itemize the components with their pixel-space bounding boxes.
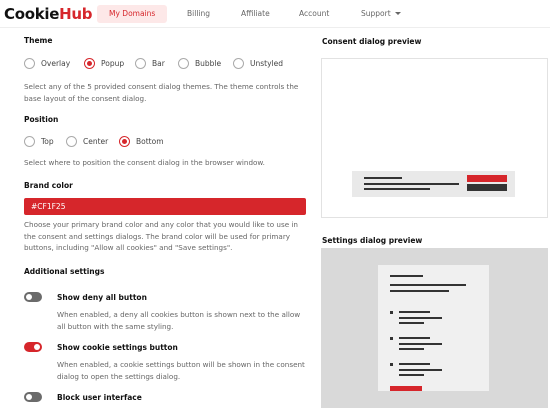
mock-save-button bbox=[390, 386, 422, 391]
text-line bbox=[399, 317, 442, 319]
settings-preview-title: Settings dialog preview bbox=[322, 236, 423, 245]
nav-support[interactable]: Support bbox=[361, 5, 401, 23]
logo-text: Cookie bbox=[4, 5, 60, 23]
mock-settings-button bbox=[467, 184, 507, 191]
theme-heading: Theme bbox=[24, 36, 53, 45]
text-line bbox=[399, 369, 442, 371]
consent-banner-mock bbox=[352, 171, 515, 197]
mock-allow-button bbox=[467, 175, 507, 182]
text-line bbox=[399, 374, 424, 376]
radio-icon bbox=[135, 58, 146, 69]
position-heading: Position bbox=[24, 115, 59, 124]
text-line bbox=[399, 322, 424, 324]
toggle-knob bbox=[34, 344, 40, 350]
nav-support-label: Support bbox=[361, 9, 391, 18]
theme-option-unstyled[interactable]: Unstyled bbox=[233, 58, 283, 69]
additional-settings-heading: Additional settings bbox=[24, 267, 105, 276]
radio-label: Bubble bbox=[195, 59, 222, 68]
theme-option-overlay[interactable]: Overlay bbox=[24, 58, 70, 69]
position-option-bottom[interactable]: Bottom bbox=[119, 136, 164, 147]
brand-color-input[interactable]: #CF1F25 bbox=[24, 198, 306, 215]
radio-label: Bottom bbox=[136, 137, 164, 146]
nav-my-domains[interactable]: My Domains bbox=[97, 5, 168, 23]
text-line bbox=[399, 343, 442, 345]
top-navigation: CookieHub My Domains Billing Affiliate A… bbox=[0, 0, 550, 28]
radio-selected-icon bbox=[84, 58, 95, 69]
bullet-icon bbox=[390, 311, 393, 314]
text-line bbox=[364, 188, 430, 190]
nav-billing[interactable]: Billing bbox=[187, 5, 210, 23]
nav-affiliate[interactable]: Affiliate bbox=[241, 5, 270, 23]
radio-label: Top bbox=[41, 137, 54, 146]
text-line bbox=[399, 311, 430, 313]
radio-icon bbox=[233, 58, 244, 69]
chevron-down-icon bbox=[394, 12, 401, 15]
cookie-settings-label: Show cookie settings button bbox=[57, 343, 178, 352]
brand-color-heading: Brand color bbox=[24, 181, 73, 190]
radio-label: Unstyled bbox=[250, 59, 283, 68]
cookie-settings-description: When enabled, a cookie settings button w… bbox=[57, 360, 305, 381]
cookiehub-logo[interactable]: CookieHub bbox=[4, 5, 92, 23]
settings-dialog-mock bbox=[378, 265, 489, 391]
theme-option-bubble[interactable]: Bubble bbox=[178, 58, 221, 69]
theme-option-bar[interactable]: Bar bbox=[135, 58, 165, 69]
text-line bbox=[399, 363, 430, 365]
deny-all-description: When enabled, a deny all cookies button … bbox=[57, 310, 301, 331]
radio-label: Center bbox=[83, 137, 109, 146]
text-line bbox=[390, 275, 423, 277]
theme-description: Select any of the 5 provided consent dia… bbox=[24, 82, 299, 103]
settings-dialog-preview bbox=[321, 248, 548, 408]
text-line bbox=[399, 337, 430, 339]
position-option-center[interactable]: Center bbox=[66, 136, 108, 147]
radio-icon bbox=[66, 136, 77, 147]
bullet-icon bbox=[390, 363, 393, 366]
radio-icon bbox=[24, 136, 35, 147]
block-ui-toggle[interactable] bbox=[24, 392, 42, 402]
position-description: Select where to position the consent dia… bbox=[24, 158, 265, 167]
cookie-settings-toggle[interactable] bbox=[24, 342, 42, 352]
radio-icon bbox=[178, 58, 189, 69]
radio-label: Popup bbox=[101, 59, 125, 68]
text-line bbox=[364, 183, 459, 185]
deny-all-label: Show deny all button bbox=[57, 293, 147, 302]
radio-label: Overlay bbox=[41, 59, 71, 68]
block-ui-label: Block user interface bbox=[57, 393, 142, 402]
theme-option-popup[interactable]: Popup bbox=[84, 58, 124, 69]
radio-selected-icon bbox=[119, 136, 130, 147]
text-line bbox=[390, 290, 449, 292]
consent-dialog-preview bbox=[321, 58, 548, 218]
bullet-icon bbox=[390, 337, 393, 340]
brand-color-description: Choose your primary brand color and any … bbox=[24, 220, 298, 252]
radio-icon bbox=[24, 58, 35, 69]
toggle-knob bbox=[26, 294, 32, 300]
nav-account[interactable]: Account bbox=[299, 5, 329, 23]
text-line bbox=[364, 177, 402, 179]
radio-label: Bar bbox=[152, 59, 165, 68]
consent-preview-title: Consent dialog preview bbox=[322, 37, 422, 46]
position-option-top[interactable]: Top bbox=[24, 136, 54, 147]
text-line bbox=[399, 348, 424, 350]
text-line bbox=[390, 284, 466, 286]
toggle-knob bbox=[26, 394, 32, 400]
deny-all-toggle[interactable] bbox=[24, 292, 42, 302]
logo-accent-text: Hub bbox=[59, 5, 93, 23]
